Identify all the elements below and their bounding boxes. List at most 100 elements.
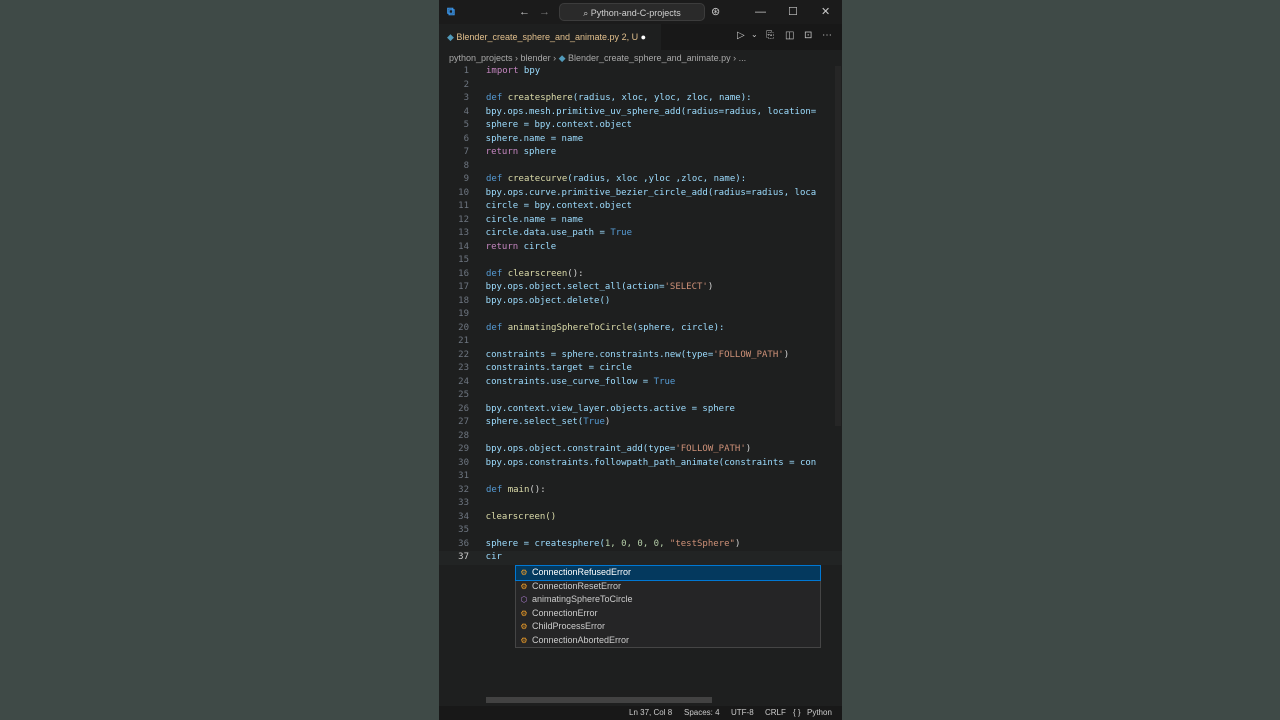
line-text: def main(): (486, 484, 546, 498)
vscode-window: ⧉ ← → ⌕ Python-and-C-projects ⊛ — ☐ ✕ ◆ … (439, 0, 842, 720)
identifier: sphere.select_set( (464, 417, 584, 427)
nav-forward-button[interactable]: → (539, 0, 550, 24)
line-text: constraints.use_curve_follow = True (464, 376, 676, 390)
code-line: 3 def createsphere(radius, xloc, yloc, zl… (439, 92, 842, 106)
breadcrumb-symbol[interactable]: ... (739, 53, 747, 63)
tab-filename: Blender_create_sphere_and_animate.py (456, 32, 620, 42)
breadcrumb: python_projects › blender › ◆ Blender_cr… (449, 50, 746, 66)
number-literal: 1, 0, 0, 0, (604, 538, 670, 549)
identifier: sphere = createsphere( (464, 538, 605, 549)
lock-icon[interactable]: ⊡ (804, 30, 812, 41)
suggestion-item[interactable]: ⚙ ConnectionAbortedError (516, 634, 820, 648)
suggestion-item[interactable]: ⚙ ConnectionRefusedError (515, 565, 821, 581)
line-text: bpy.ops.object.select_all(action='SELECT… (464, 281, 714, 295)
code-line: 7 return sphere (439, 146, 842, 160)
code-line: 30 bpy.ops.constraints.followpath_path_a… (439, 457, 842, 471)
code-line: 21 (439, 335, 842, 349)
unsaved-dot-icon[interactable]: ● (641, 32, 646, 42)
code-line: 2 (439, 79, 842, 93)
breadcrumb-separator-icon: › (512, 53, 521, 63)
punctuation: ) (783, 349, 790, 360)
chevron-down-icon[interactable]: ⌄ (751, 30, 758, 39)
copilot-icon[interactable]: ⊛ (711, 0, 720, 24)
code-line: 1 import bpy (439, 65, 842, 79)
tab-active-file[interactable]: ◆ Blender_create_sphere_and_animate.py 2… (439, 24, 661, 50)
breadcrumb-folder[interactable]: python_projects (449, 53, 513, 63)
braces-icon[interactable]: { } (793, 706, 801, 720)
line-text: sphere.name = name (464, 133, 584, 144)
search-label: Python-and-C-projects (590, 8, 681, 18)
suggestion-item[interactable]: ⚙ ConnectionError (516, 607, 820, 621)
run-icon[interactable]: ▷ (737, 30, 745, 41)
suggestion-label: ConnectionResetError (532, 580, 622, 591)
code-line: 15 (439, 254, 842, 268)
command-center-search[interactable]: ⌕ Python-and-C-projects (559, 3, 705, 21)
keyword: import (486, 66, 519, 76)
function-name: createsphere (507, 93, 573, 103)
identifier: circle.data.use_path = (464, 228, 611, 238)
punctuation: ) (604, 417, 611, 427)
line-text: bpy.ops.constraints.followpath_path_anim… (464, 457, 817, 468)
suggestion-label: ChildProcessError (532, 621, 606, 631)
code-line-current: 37 cir (439, 551, 842, 565)
minimap-scrollbar[interactable] (835, 66, 841, 426)
keyword: return (464, 241, 519, 252)
code-line: 28 (439, 430, 842, 444)
line-text: def createcurve(radius, xloc ,yloc ,zloc… (486, 173, 746, 187)
code-line: 29 bpy.ops.object.constraint_add(type='F… (439, 443, 842, 457)
code-line: 27 sphere.select_set(True) (439, 416, 842, 430)
maximize-button[interactable]: ☐ (788, 0, 798, 24)
autocomplete-suggestions: ⚙ ConnectionRefusedError ⚙ ConnectionReset… (515, 565, 821, 648)
line-text: return circle (464, 241, 556, 255)
keyword: def (486, 93, 508, 103)
line-number: 19 (458, 309, 469, 319)
tab-bar: ◆ Blender_create_sphere_and_animate.py 2… (439, 24, 842, 50)
code-line: 8 (439, 160, 842, 174)
minimize-button[interactable]: — (755, 0, 766, 24)
code-line: 13 circle.data.use_path = True (439, 227, 842, 241)
split-editor-icon[interactable]: ◫ (785, 30, 794, 41)
params: (): (567, 268, 584, 279)
code-line: 11 circle = bpy.context.object (439, 200, 842, 214)
suggestion-item[interactable]: ⬡ animatingSphereToCircle (516, 593, 820, 607)
constant: True (610, 228, 632, 238)
search-icon: ⌕ (583, 8, 591, 18)
more-actions-icon[interactable]: ⋯ (822, 30, 832, 41)
params: (sphere, circle): (632, 322, 725, 333)
class-icon: ⚙ (520, 608, 528, 618)
nav-back-button[interactable]: ← (519, 0, 530, 24)
breadcrumb-subfolder[interactable]: blender (521, 53, 551, 63)
line-text: circle.name = name (464, 214, 584, 225)
code-line: 36 sphere = createsphere(1, 0, 0, 0, "te… (439, 538, 842, 552)
cursor-position[interactable]: Ln 37, Col 8 (629, 706, 672, 720)
encoding-setting[interactable]: UTF-8 (731, 706, 754, 720)
horizontal-scrollbar[interactable] (486, 697, 712, 703)
code-line: 22 constraints = sphere.constraints.new(… (439, 349, 842, 363)
eol-setting[interactable]: CRLF (765, 706, 786, 720)
line-number: 8 (463, 160, 469, 171)
code-line: 16 def clearscreen(): (439, 268, 842, 282)
suggestion-label: animatingSphereToCircle (532, 594, 633, 604)
compare-icon[interactable]: ⎘ (766, 30, 774, 41)
params: (): (529, 484, 546, 495)
function-name: createcurve (507, 174, 568, 184)
breadcrumb-file[interactable]: Blender_create_sphere_and_animate.py (568, 53, 731, 63)
code-line: 34 clearscreen() (439, 511, 842, 525)
language-mode[interactable]: Python (807, 706, 832, 720)
line-text: constraints = sphere.constraints.new(typ… (464, 349, 789, 363)
suggestion-item[interactable]: ⚙ ConnectionResetError (516, 580, 820, 594)
string-literal: 'FOLLOW_PATH' (675, 444, 746, 454)
line-text: bpy.context.view_layer.objects.active = … (464, 403, 735, 414)
function-name: clearscreen (507, 268, 568, 279)
code-line: 26 bpy.context.view_layer.objects.active… (439, 403, 842, 417)
code-line: 5 sphere = bpy.context.object (439, 119, 842, 133)
line-number: 9 (463, 174, 469, 184)
suggestion-item[interactable]: ⚙ ChildProcessError (516, 620, 820, 634)
identifier: constraints = sphere.constraints.new(typ… (464, 349, 714, 360)
params: (radius, xloc, yloc, zloc, name): (572, 93, 752, 103)
identifier: circle (518, 241, 557, 252)
indentation-setting[interactable]: Spaces: 4 (684, 706, 720, 720)
close-button[interactable]: ✕ (821, 0, 830, 24)
punctuation: ) (745, 444, 752, 454)
code-line: 19 (439, 308, 842, 322)
